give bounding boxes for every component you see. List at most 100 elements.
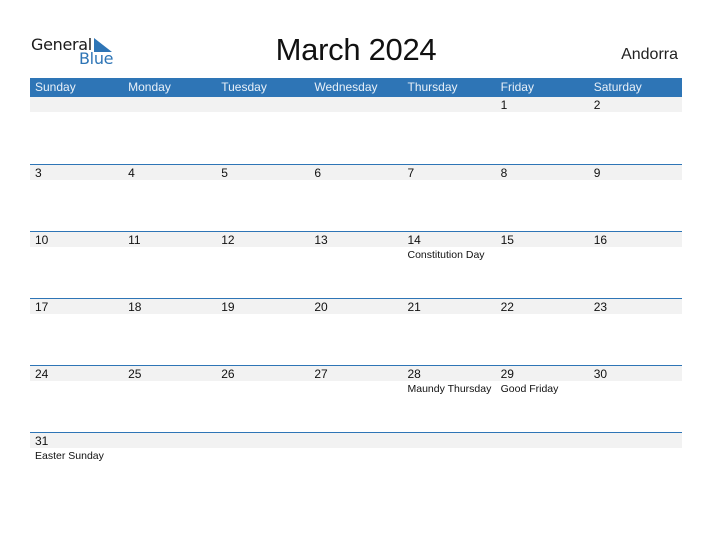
- day-number: 10: [35, 233, 49, 247]
- day-number: [314, 433, 402, 449]
- day-cell[interactable]: 13: [309, 232, 402, 262]
- week-row: 3 4 5 6 7 8 9: [30, 164, 682, 231]
- day-number: [128, 97, 216, 113]
- day-cell[interactable]: 9: [589, 165, 682, 181]
- day-cell[interactable]: 23: [589, 299, 682, 315]
- week-row: 24 25 26 27 28 Maundy Thursday 29 Good Friday 30: [30, 365, 682, 432]
- day-cell[interactable]: 21: [403, 299, 496, 315]
- day-cell[interactable]: 25: [123, 366, 216, 396]
- day-cell[interactable]: 19: [216, 299, 309, 315]
- day-number: 14: [407, 233, 421, 247]
- week-cells: 10 11 12 13 14 Constitution Day 15 16: [30, 232, 682, 262]
- day-cell[interactable]: 10: [30, 232, 123, 262]
- day-cell[interactable]: 27: [309, 366, 402, 396]
- day-number: 11: [128, 233, 141, 247]
- day-number: 17: [35, 300, 49, 314]
- day-number: 24: [35, 367, 49, 381]
- day-cell[interactable]: 6: [309, 165, 402, 181]
- week-row: 12: [30, 97, 682, 164]
- day-number: 13: [314, 233, 328, 247]
- holiday-label: Constitution Day: [407, 249, 485, 261]
- weekday-monday: Monday: [128, 80, 171, 94]
- day-number: 2: [593, 98, 601, 112]
- day-cell[interactable]: 11: [123, 232, 216, 262]
- day-number: 30: [593, 367, 608, 381]
- weekday-saturday: Saturday: [593, 80, 642, 94]
- day-cell[interactable]: 2: [589, 97, 682, 113]
- week-cells: 17 18 19 20 21 22 23: [30, 299, 682, 315]
- day-cell[interactable]: 31 Easter Sunday: [30, 433, 123, 463]
- day-number: [221, 433, 309, 449]
- empty-cell: [309, 433, 402, 463]
- day-number: 25: [128, 367, 142, 381]
- day-cell[interactable]: 14 Constitution Day: [403, 232, 496, 262]
- week-cells: 31 Easter Sunday: [30, 433, 682, 463]
- week-row: 31 Easter Sunday: [30, 432, 682, 499]
- day-number: 3: [35, 166, 42, 180]
- day-number: 12: [221, 233, 235, 247]
- day-number: 28: [407, 367, 421, 381]
- day-cell[interactable]: 12: [216, 232, 309, 262]
- day-cell[interactable]: 22: [496, 299, 589, 315]
- calendar-grid: Sunday Monday Tuesday Wednesday Thursday Frid…: [30, 78, 682, 499]
- empty-cell: [123, 97, 216, 113]
- day-number: 27: [314, 367, 328, 381]
- day-cell[interactable]: 1: [496, 97, 589, 113]
- day-cell[interactable]: 20: [309, 299, 402, 315]
- day-number: 18: [128, 300, 142, 314]
- calendar-title: March 2024: [275, 32, 437, 67]
- empty-cell: [30, 97, 123, 113]
- day-number: 16: [593, 233, 608, 247]
- empty-cell: [216, 97, 309, 113]
- empty-cell: [496, 433, 589, 463]
- week-cells: 3 4 5 6 7 8 9: [30, 165, 682, 181]
- day-cell[interactable]: 30: [589, 366, 682, 396]
- day-cell[interactable]: 18: [123, 299, 216, 315]
- day-number: 15: [500, 233, 514, 247]
- day-number: 8: [500, 166, 508, 180]
- day-number: 1: [500, 98, 508, 112]
- empty-cell: [403, 97, 496, 113]
- day-number: [314, 97, 402, 113]
- day-number: [408, 433, 496, 449]
- empty-cell: [309, 97, 402, 113]
- day-cell[interactable]: 15: [496, 232, 589, 262]
- day-number: 22: [500, 300, 514, 314]
- holiday-label: Easter Sunday: [35, 450, 104, 462]
- day-cell[interactable]: 29 Good Friday: [496, 366, 589, 396]
- empty-cell: [123, 433, 216, 463]
- week-cells: 24 25 26 27 28 Maundy Thursday 29 Good Friday 30: [30, 366, 682, 396]
- day-number: [221, 97, 309, 113]
- weekday-friday: Friday: [500, 80, 534, 94]
- day-cell[interactable]: 3: [30, 165, 123, 181]
- day-cell[interactable]: 7: [403, 165, 496, 181]
- day-number: [35, 97, 123, 113]
- day-cell[interactable]: 4: [123, 165, 216, 181]
- day-cell[interactable]: 5: [216, 165, 309, 181]
- day-number: 20: [314, 300, 328, 314]
- day-cell[interactable]: 24: [30, 366, 123, 396]
- empty-cell: [403, 433, 496, 463]
- day-number: [128, 433, 216, 449]
- day-number: [594, 433, 682, 449]
- weekday-header: Sunday Monday Tuesday Wednesday Thursday Frid…: [30, 78, 682, 97]
- day-number: 9: [593, 166, 601, 180]
- day-number: 19: [221, 300, 235, 314]
- day-cell[interactable]: 28 Maundy Thursday: [403, 366, 496, 396]
- week-cells: 12: [30, 97, 682, 113]
- day-cell[interactable]: 8: [496, 165, 589, 181]
- weekday-thursday: Thursday: [407, 80, 458, 94]
- day-number: 29: [500, 367, 514, 381]
- day-cell[interactable]: 16: [589, 232, 682, 262]
- weekday-sunday: Sunday: [35, 80, 76, 94]
- holiday-label: Maundy Thursday: [407, 383, 492, 395]
- day-number: [501, 433, 589, 449]
- holiday-label: Good Friday: [500, 383, 559, 395]
- country-label: Andorra: [621, 46, 678, 63]
- day-number: 7: [407, 166, 415, 180]
- week-row: 17 18 19 20 21 22 23: [30, 298, 682, 365]
- day-number: 23: [593, 300, 608, 314]
- day-cell[interactable]: 17: [30, 299, 123, 315]
- day-cell[interactable]: 26: [216, 366, 309, 396]
- day-number: 21: [407, 300, 421, 314]
